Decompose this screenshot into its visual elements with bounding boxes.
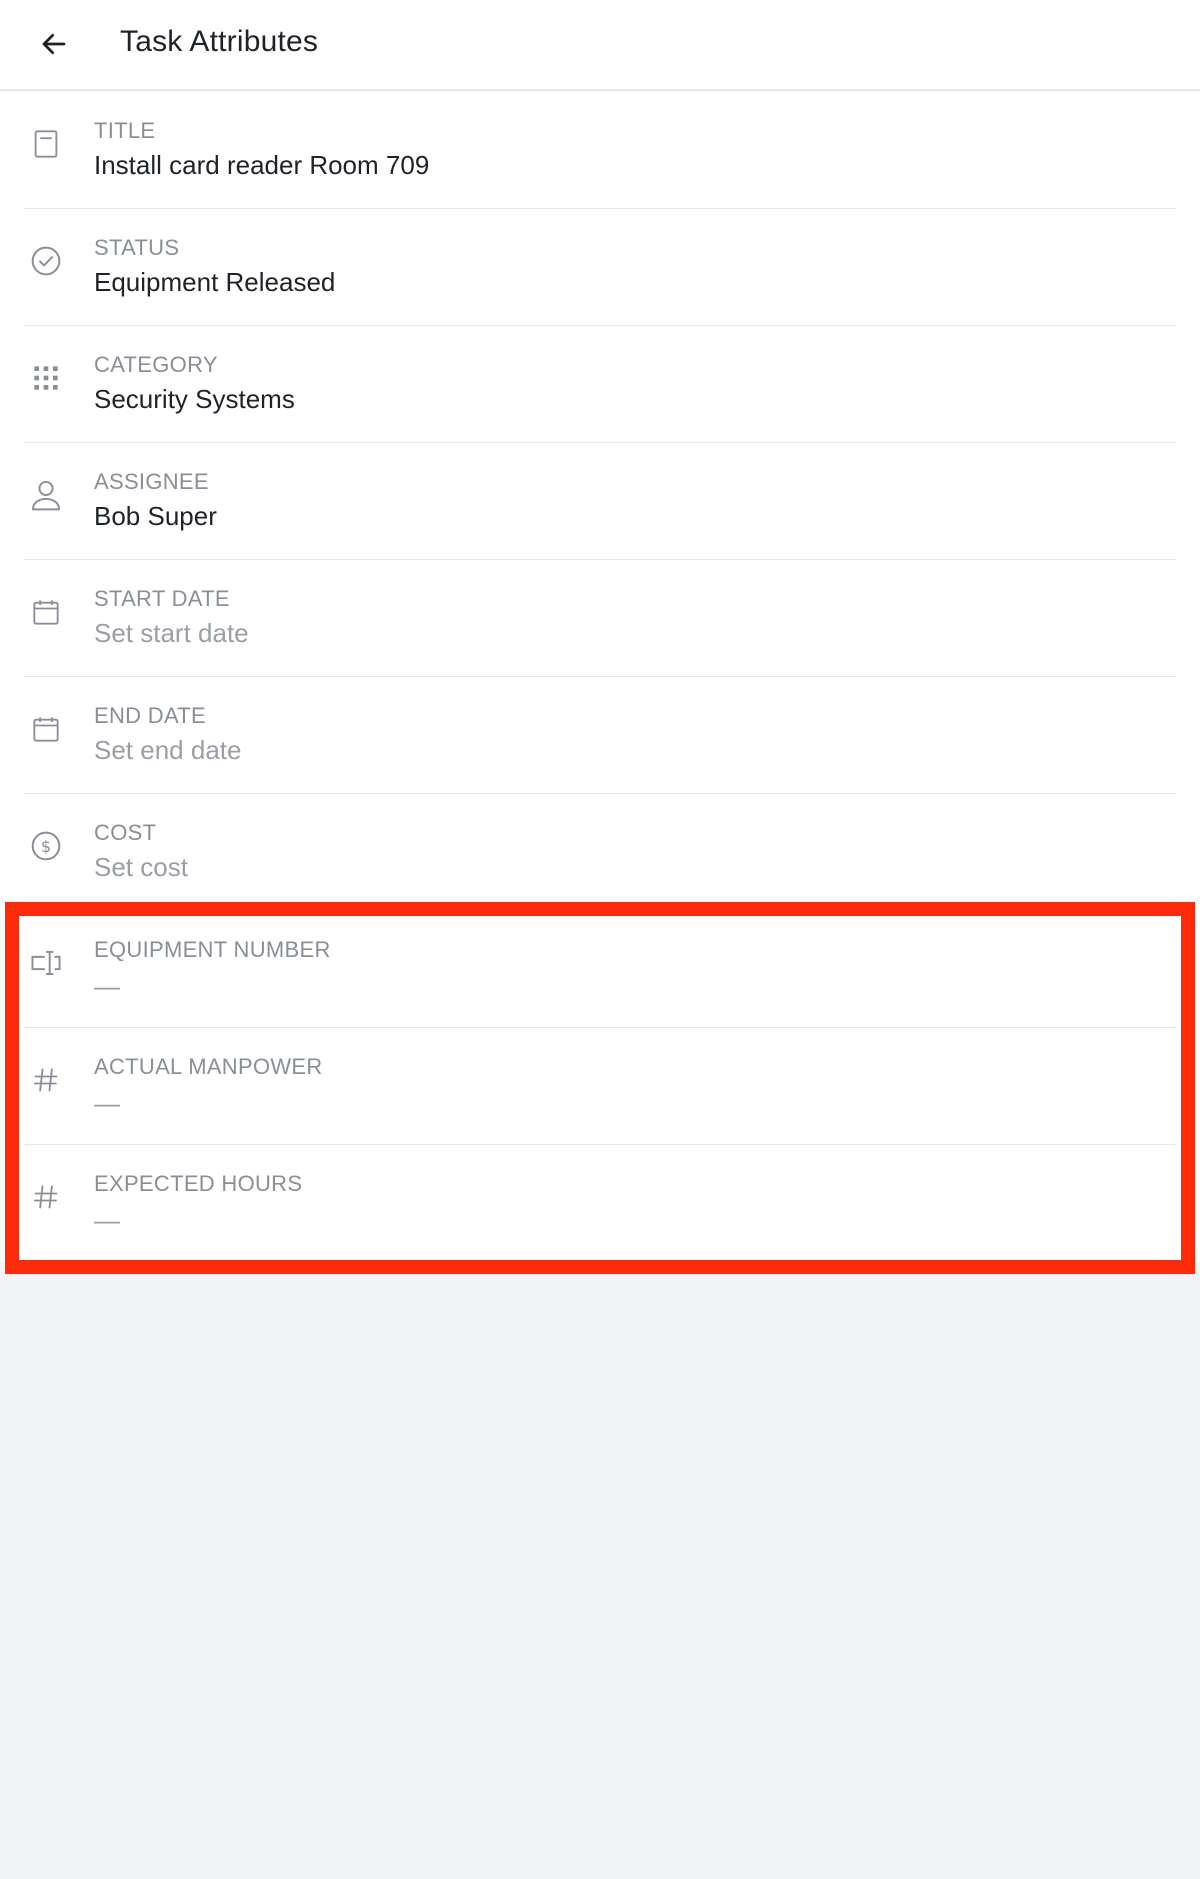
calendar-icon xyxy=(28,711,64,747)
attribute-label: END DATE xyxy=(94,703,207,728)
attribute-value: Install card reader Room 709 xyxy=(94,150,430,180)
page-title: Task Attributes xyxy=(120,25,319,58)
attribute-label: CATEGORY xyxy=(94,352,218,377)
attribute-label: COST xyxy=(94,820,157,845)
arrow-left-icon xyxy=(42,33,66,55)
attribute-value: — xyxy=(94,1088,120,1118)
attribute-row-end-date[interactable]: END DATE Set end date xyxy=(24,677,1176,794)
attribute-row-status[interactable]: STATUS Equipment Released xyxy=(24,209,1176,326)
attribute-row-assignee[interactable]: ASSIGNEE Bob Super xyxy=(24,443,1176,560)
attribute-value: Set start date xyxy=(94,618,249,648)
attribute-value: Equipment Released xyxy=(94,267,336,297)
attribute-label: TITLE xyxy=(94,118,156,143)
check-circle-icon xyxy=(28,243,64,279)
text-field-icon xyxy=(28,945,64,981)
attribute-value: Set cost xyxy=(94,852,188,882)
attribute-label: START DATE xyxy=(94,586,230,611)
document-icon xyxy=(28,126,64,162)
grid-icon xyxy=(28,360,64,396)
back-button[interactable] xyxy=(30,20,78,68)
attribute-row-title[interactable]: TITLE Install card reader Room 709 xyxy=(24,92,1176,209)
attribute-value: Security Systems xyxy=(94,384,295,414)
attribute-row-actual-manpower[interactable]: ACTUAL MANPOWER — xyxy=(24,1028,1176,1145)
attribute-label: ACTUAL MANPOWER xyxy=(94,1054,323,1079)
attribute-row-equipment-number[interactable]: EQUIPMENT NUMBER — xyxy=(24,911,1176,1028)
attribute-row-category[interactable]: CATEGORY Security Systems xyxy=(24,326,1176,443)
attribute-value: Bob Super xyxy=(94,501,217,531)
attribute-value: — xyxy=(94,971,120,1001)
attribute-row-expected-hours[interactable]: EXPECTED HOURS — xyxy=(24,1145,1176,1262)
calendar-icon xyxy=(28,594,64,630)
svg-text:$: $ xyxy=(41,837,51,856)
person-icon xyxy=(28,477,64,513)
task-attributes-screen: Task Attributes TITLE Install card reade… xyxy=(0,0,1200,1879)
attribute-row-start-date[interactable]: START DATE Set start date xyxy=(24,560,1176,677)
attribute-label: ASSIGNEE xyxy=(94,469,209,494)
attribute-row-cost[interactable]: $ COST Set cost xyxy=(24,794,1176,911)
attributes-list: TITLE Install card reader Room 709 STATU… xyxy=(0,92,1200,1262)
hash-icon xyxy=(28,1179,64,1215)
attribute-value: — xyxy=(94,1205,120,1235)
attribute-value: Set end date xyxy=(94,735,242,765)
attribute-label: STATUS xyxy=(94,235,180,260)
app-bar: Task Attributes xyxy=(0,0,1200,91)
attribute-label: EQUIPMENT NUMBER xyxy=(94,937,331,962)
attribute-label: EXPECTED HOURS xyxy=(94,1171,303,1196)
dollar-circle-icon: $ xyxy=(28,828,64,864)
hash-icon xyxy=(28,1062,64,1098)
